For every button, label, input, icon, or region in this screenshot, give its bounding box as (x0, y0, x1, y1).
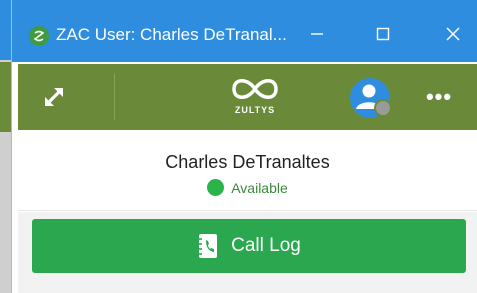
expand-icon (45, 88, 63, 106)
actions-area: Call Log (18, 212, 477, 293)
zac-app-icon (29, 26, 49, 46)
user-info-panel: Charles DeTranaltes Available (18, 134, 477, 211)
available-status-icon (207, 179, 225, 196)
close-button[interactable] (430, 14, 476, 54)
maximize-icon (376, 27, 390, 41)
presence-status[interactable]: Available (18, 179, 477, 196)
main-toolbar: ZULTYS ••• (18, 64, 477, 130)
call-log-label: Call Log (231, 235, 301, 256)
minimize-button[interactable] (294, 14, 340, 54)
zac-app-icon-glyph (33, 30, 45, 42)
zultys-logo: ZULTYS (224, 74, 286, 122)
status-label: Available (231, 179, 288, 196)
zac-window: ZAC User: Charles DeTranal... ZULTYS •••… (12, 0, 477, 293)
title-bar[interactable]: ZAC User: Charles DeTranal... (12, 0, 477, 62)
close-icon (446, 27, 460, 41)
call-log-button[interactable]: Call Log (32, 219, 466, 273)
zultys-logo-icon (232, 79, 278, 99)
zultys-logo-text: ZULTYS (234, 105, 276, 115)
more-options-button[interactable]: ••• (416, 82, 462, 112)
phone-book-icon (199, 234, 218, 258)
user-avatar-icon (350, 78, 392, 118)
user-name: Charles DeTranaltes (165, 152, 330, 172)
expand-button[interactable] (32, 78, 76, 116)
toolbar-divider (114, 74, 115, 120)
window-title: ZAC User: Charles DeTranal... (56, 25, 287, 44)
minimize-icon (311, 33, 323, 35)
maximize-button[interactable] (360, 14, 406, 54)
user-avatar-button[interactable] (348, 76, 394, 120)
